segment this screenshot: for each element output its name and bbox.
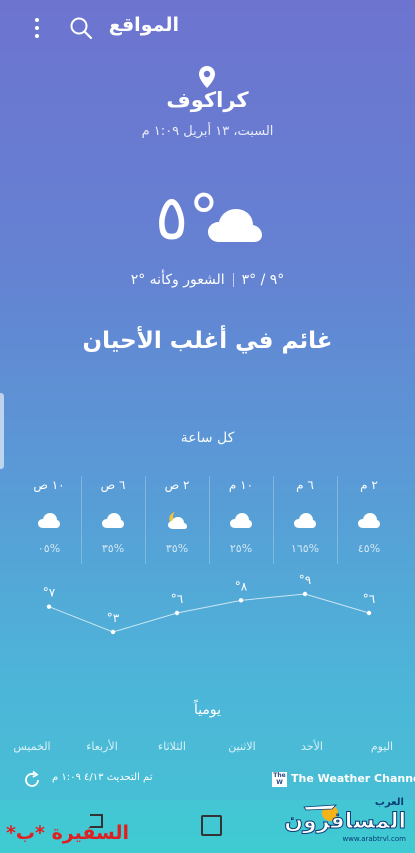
temperature-label: °٣ [107,611,120,625]
hourly-temperature-graph: °٦ °٩ °٨ °٦ °٣ °٧ [43,573,375,635]
feels-like: الشعور وكأنه °٢ [130,272,225,288]
site-url: www.arabtrvl.com [342,835,406,843]
hourly-item: ٢ م %٤٥ [337,470,401,565]
temperature-line [48,593,370,633]
temperature-point [110,629,116,635]
hourly-time: ٢ ص [164,478,190,492]
location-pin-icon [199,66,215,88]
hourly-title: كل ساعة [180,430,235,446]
hourly-item: ٢ ص %٣٥ [145,470,209,565]
daily-day[interactable]: الخميس [0,740,67,753]
column-divider [273,476,274,564]
column-divider [81,476,82,564]
more-options-icon[interactable] [30,17,44,39]
footer: تم التحديث ٤/١٣ ١:٠٩ م The W The Weather … [0,762,415,796]
cloud-icon [102,513,124,528]
hourly-time: ٦ م [296,478,314,492]
hourly-time: ٦ ص [100,478,126,492]
column-divider [209,476,210,564]
home-button-icon[interactable] [201,815,222,836]
last-updated: تم التحديث ٤/١٣ ١:٠٩ م [52,772,153,783]
daily-day[interactable]: اليوم [347,740,415,753]
cloud-icon [294,513,316,528]
daily-day[interactable]: الأربعاء [67,740,137,753]
daily-day[interactable]: الاثنين [207,740,277,753]
site-logo: العرب المسافرون www.arabtrvl.com [284,795,410,849]
watermark-signature: السفيرة *ب* [6,822,130,844]
hourly-precipitation: %١٦٥ [290,542,320,555]
daily-day[interactable]: الثلاثاء [137,740,207,753]
hourly-time: ١٠ م [228,478,254,492]
hourly-precipitation: %٠٥ [37,542,61,555]
date-time: السبت، ١٣ أبريل ١:٠٩ م [141,124,274,139]
cloud-icon [358,513,380,528]
top-app-bar: المواقع [0,0,415,56]
site-name: المسافرون [284,809,407,835]
hourly-time: ٢ م [360,478,378,492]
hourly-precipitation: %٣٥ [101,542,125,555]
refresh-icon[interactable] [22,770,42,790]
temperature-point [174,610,180,616]
temperature-point [238,598,244,603]
column-divider [337,476,338,564]
hourly-item: ٦ ص %٣٥ [81,470,145,565]
high-low-feels: °٩ / °٣ الشعور وكأنه °٢ [0,272,415,288]
provider-link[interactable]: The Weather Channel [291,772,415,785]
cloud-icon [208,209,262,242]
temperature-point [302,591,308,597]
hourly-time: ١٠ ص [33,478,65,492]
search-icon[interactable] [68,15,94,41]
temperature-label: °٧ [43,586,56,600]
hourly-precipitation: %٤٥ [357,542,381,555]
cloud-icon [38,513,60,528]
temperature-point [366,610,372,616]
daily-title: يومياً [193,702,222,718]
temperature-label: °٦ [363,592,375,606]
high-low-temp: °٩ / °٣ [241,272,285,288]
hourly-precipitation: %٣٥ [165,542,189,555]
page-title: المواقع [108,14,179,36]
moon-cloud-icon [168,512,187,529]
city-name: كراكوف [166,88,249,112]
divider [232,273,234,287]
hourly-item: ١٠ م %٢٥ [209,470,273,565]
hourly-item: ٦ م %١٦٥ [273,470,337,565]
daily-forecast: اليوم الأحد الاثنين الثلاثاء الأربعاء الخميس [0,740,415,760]
temperature-label: °٨ [235,579,248,593]
hourly-item: ١٠ ص %٠٥ [17,470,81,565]
temperature-label: °٩ [299,573,311,587]
temperature-point [46,604,52,609]
column-divider [145,476,146,564]
cloud-icon [230,513,252,528]
hourly-precipitation: %٢٥ [229,542,253,555]
site-small-text: العرب [374,797,404,808]
weather-condition: غائم في أغلب الأحيان [82,328,333,354]
weather-channel-logo-icon: The W [272,772,287,787]
daily-day[interactable]: الأحد [277,740,347,753]
temperature-label: °٦ [171,592,183,606]
